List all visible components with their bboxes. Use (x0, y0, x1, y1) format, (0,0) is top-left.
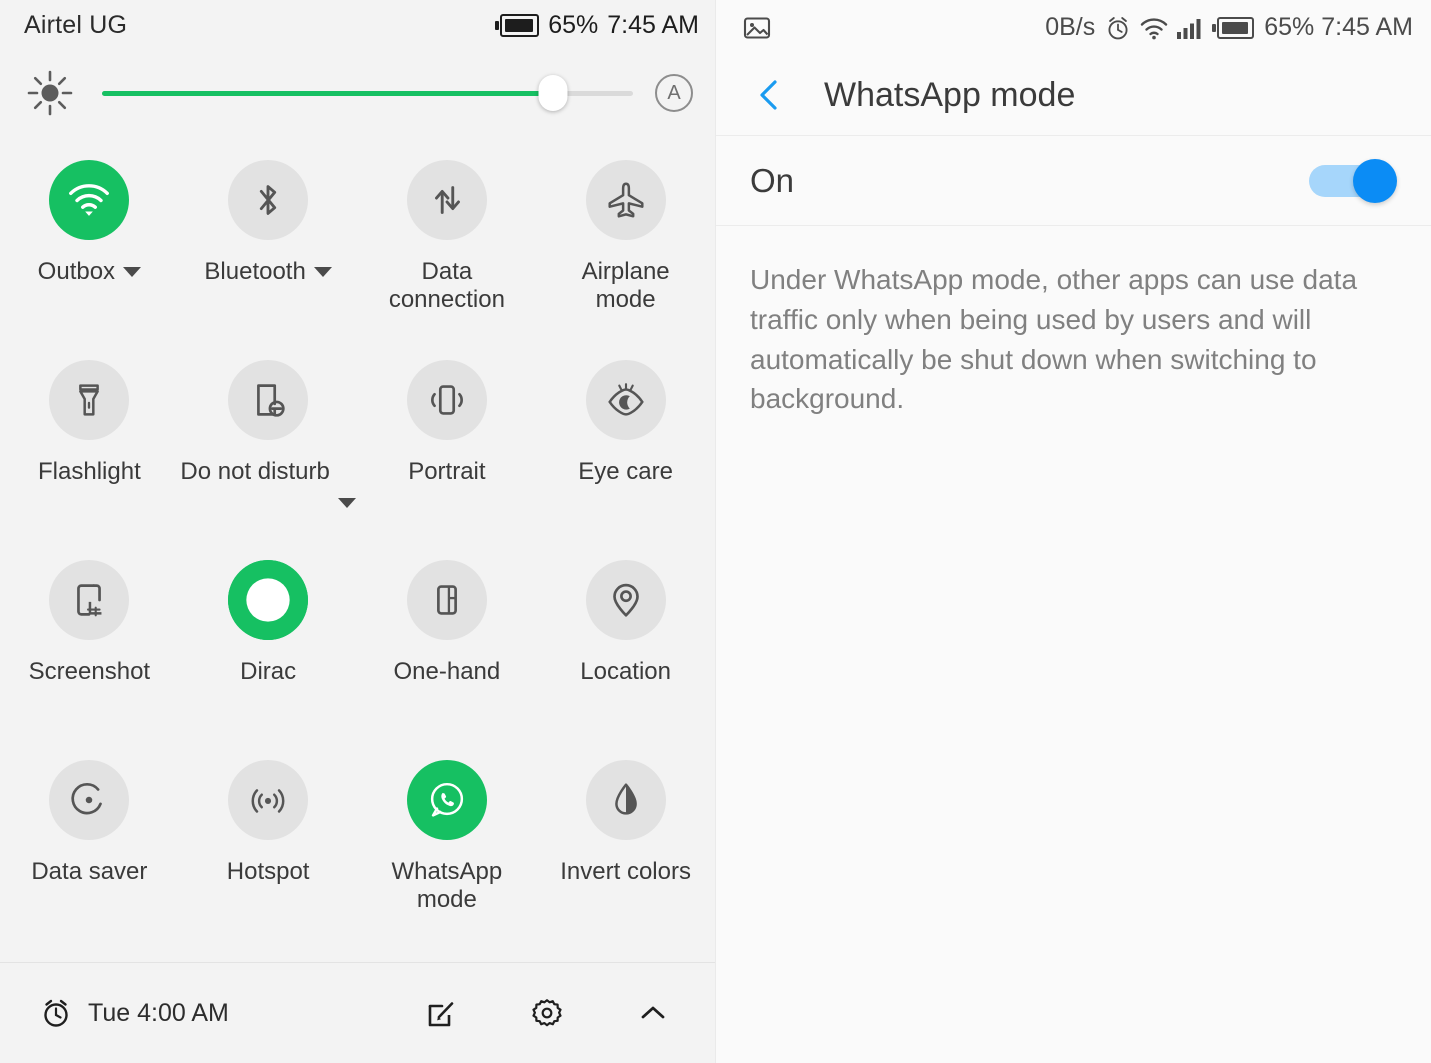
alarm-clock-icon (40, 997, 72, 1029)
hotspot-icon[interactable] (228, 760, 309, 840)
tile-label: Location (580, 658, 671, 685)
battery-percent-label: 65% (548, 10, 599, 39)
quick-tile-dirac[interactable]: Dirac (179, 554, 358, 754)
quick-tile-outbox[interactable]: Outbox (0, 154, 179, 354)
auto-brightness-label: A (667, 81, 681, 104)
rotation-portrait-icon[interactable] (406, 360, 487, 440)
whatsapp-mode-toggle-row[interactable]: On (716, 136, 1431, 226)
clock-label: 7:45 AM (607, 10, 699, 39)
quick-tile-hotspot[interactable]: Hotspot (179, 754, 358, 954)
quick-settings-panel: Airtel UG 65% 7:45 AM A Outbox Bluetooth… (0, 0, 715, 1063)
quick-tile-one-hand[interactable]: One-hand (358, 554, 537, 754)
quick-tile-location[interactable]: Location (536, 554, 715, 754)
auto-brightness-button[interactable]: A (655, 74, 693, 112)
brightness-slider[interactable] (102, 73, 633, 113)
tile-label: Data connection (388, 258, 505, 314)
tile-label: Outbox (37, 258, 116, 285)
tile-label: Flashlight (38, 458, 141, 485)
brightness-sun-icon (24, 67, 76, 119)
quick-tile-portrait[interactable]: Portrait (358, 354, 537, 554)
app-bar: WhatsApp mode (716, 55, 1431, 136)
eye-care-icon[interactable] (585, 360, 666, 440)
wifi-icon (1139, 15, 1169, 41)
right-status-bar: 0B/s 65% 7:45 AM (716, 0, 1431, 55)
right-status-icons: 0B/s 65% 7:45 AM (1045, 13, 1413, 42)
alarm-indicator[interactable]: Tue 4:00 AM (40, 997, 229, 1029)
quick-settings-footer: Tue 4:00 AM (0, 962, 715, 1063)
page-title: WhatsApp mode (824, 75, 1076, 114)
signal-bars-icon (1176, 16, 1202, 40)
tile-label-row: Bluetooth (204, 258, 332, 286)
tile-label: Data saver (31, 858, 148, 885)
slider-fill (102, 90, 554, 96)
switch-thumb (1353, 158, 1397, 203)
tile-label: Hotspot (226, 858, 310, 885)
alarm-time-label: Tue 4:00 AM (88, 998, 229, 1027)
gear-icon[interactable] (525, 991, 569, 1035)
footer-actions (419, 991, 675, 1035)
tile-label: Dirac (240, 658, 297, 685)
invert-colors-icon[interactable] (585, 760, 666, 840)
dirac-ring-icon[interactable] (228, 560, 309, 640)
location-pin-icon[interactable] (585, 560, 666, 640)
slider-thumb[interactable] (538, 75, 568, 111)
clock-label: 7:45 AM (1321, 13, 1413, 41)
quick-tile-eye-care[interactable]: Eye care (536, 354, 715, 554)
status-right-group: 65% 7:45 AM (495, 11, 699, 40)
whatsapp-mode-switch[interactable] (1309, 158, 1397, 203)
tile-label: WhatsApp mode (391, 858, 503, 914)
tile-label: Invert colors (560, 858, 691, 885)
chevron-down-icon[interactable] (123, 267, 142, 277)
alarm-clock-icon (1104, 14, 1132, 42)
whatsapp-icon[interactable] (406, 760, 487, 840)
data-saver-icon[interactable] (49, 760, 130, 840)
tile-label: Portrait (408, 458, 486, 485)
chevron-down-icon[interactable] (337, 498, 356, 508)
airplane-icon[interactable] (585, 160, 666, 240)
brightness-row: A (0, 50, 715, 136)
quick-tile-invert-colors[interactable]: Invert colors (536, 754, 715, 954)
tile-label: Screenshot (28, 658, 151, 685)
quick-tile-screenshot[interactable]: Screenshot (0, 554, 179, 754)
edit-icon[interactable] (419, 991, 463, 1035)
tile-label: Do not disturb (180, 458, 330, 485)
image-icon (742, 13, 772, 43)
tile-label: Bluetooth (204, 258, 306, 285)
quick-tile-airplane-mode[interactable]: Airplane mode (536, 154, 715, 354)
tile-label: Airplane mode (581, 258, 670, 314)
quick-tile-data-saver[interactable]: Data saver (0, 754, 179, 954)
tile-label: Eye care (578, 458, 673, 485)
right-panel-empty-area (716, 419, 1431, 1063)
screenshot-icon[interactable] (49, 560, 130, 640)
data-rate-label: 0B/s (1045, 13, 1096, 41)
one-hand-icon[interactable] (406, 560, 487, 640)
carrier-label: Airtel UG (24, 10, 128, 39)
battery-icon (1212, 16, 1255, 39)
description-text: Under WhatsApp mode, other apps can use … (750, 264, 1358, 415)
tile-label: One-hand (393, 658, 501, 685)
tile-label-row: Do not disturb (180, 458, 356, 508)
flashlight-icon[interactable] (49, 360, 130, 440)
chevron-up-icon[interactable] (631, 991, 675, 1035)
quick-tile-bluetooth[interactable]: Bluetooth (179, 154, 358, 354)
left-status-bar: Airtel UG 65% 7:45 AM (0, 0, 715, 50)
bluetooth-icon[interactable] (228, 160, 309, 240)
chevron-left-icon[interactable] (746, 72, 792, 118)
chevron-down-icon[interactable] (313, 267, 332, 277)
quick-settings-tile-grid: Outbox Bluetooth Data connection Airplane m… (0, 136, 715, 962)
quick-tile-do-not-disturb[interactable]: Do not disturb (179, 354, 358, 554)
tile-label-row: Outbox (37, 258, 142, 286)
toggle-state-label: On (750, 161, 795, 199)
battery-percent-label: 65% (1264, 13, 1315, 41)
wifi-icon[interactable] (49, 160, 130, 240)
quick-tile-flashlight[interactable]: Flashlight (0, 354, 179, 554)
quick-tile-data-connection[interactable]: Data connection (358, 154, 537, 354)
battery-icon (495, 13, 540, 37)
whatsapp-mode-settings-panel: 0B/s 65% 7:45 AM WhatsApp mode On Under … (715, 0, 1431, 1063)
do-not-disturb-icon[interactable] (228, 360, 309, 440)
data-connection-icon[interactable] (406, 160, 487, 240)
quick-tile-whatsapp-mode[interactable]: WhatsApp mode (358, 754, 537, 954)
screen-root: Airtel UG 65% 7:45 AM A Outbox Bluetooth… (0, 0, 1431, 1063)
